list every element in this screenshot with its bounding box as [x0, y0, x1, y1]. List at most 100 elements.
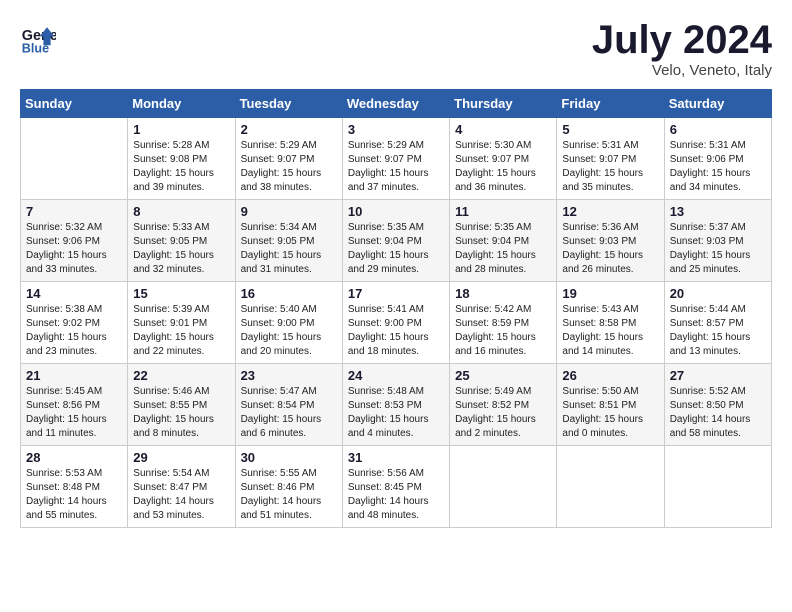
week-row-1: 1 Sunrise: 5:28 AM Sunset: 9:08 PM Daylig… [21, 118, 772, 200]
calendar-cell [557, 446, 664, 528]
day-number: 24 [348, 368, 444, 383]
calendar-cell: 22 Sunrise: 5:46 AM Sunset: 8:55 PM Dayli… [128, 364, 235, 446]
calendar-cell: 9 Sunrise: 5:34 AM Sunset: 9:05 PM Daylig… [235, 200, 342, 282]
day-info: Sunrise: 5:52 AM Sunset: 8:50 PM Dayligh… [670, 385, 766, 441]
day-number: 19 [562, 286, 658, 301]
weekday-header-thursday: Thursday [450, 90, 557, 118]
day-number: 7 [26, 204, 122, 219]
calendar-cell: 14 Sunrise: 5:38 AM Sunset: 9:02 PM Dayli… [21, 282, 128, 364]
calendar-cell: 3 Sunrise: 5:29 AM Sunset: 9:07 PM Daylig… [342, 118, 449, 200]
day-number: 15 [133, 286, 229, 301]
calendar-cell: 10 Sunrise: 5:35 AM Sunset: 9:04 PM Dayli… [342, 200, 449, 282]
day-info: Sunrise: 5:54 AM Sunset: 8:47 PM Dayligh… [133, 467, 229, 523]
weekday-header-wednesday: Wednesday [342, 90, 449, 118]
calendar-table: SundayMondayTuesdayWednesdayThursdayFrid… [20, 89, 772, 528]
day-info: Sunrise: 5:31 AM Sunset: 9:06 PM Dayligh… [670, 139, 766, 195]
day-number: 4 [455, 122, 551, 137]
calendar-cell: 24Sunrise: 5:48 AM Sunset: 8:53 PM Dayli… [342, 364, 449, 446]
day-number: 30 [241, 450, 337, 465]
calendar-cell: 31 Sunrise: 5:56 AM Sunset: 8:45 PM Dayli… [342, 446, 449, 528]
week-row-5: 28 Sunrise: 5:53 AM Sunset: 8:48 PM Dayli… [21, 446, 772, 528]
calendar-cell: 8Sunrise: 5:33 AM Sunset: 9:05 PM Daylig… [128, 200, 235, 282]
calendar-cell: 29 Sunrise: 5:54 AM Sunset: 8:47 PM Dayli… [128, 446, 235, 528]
calendar-cell: 18Sunrise: 5:42 AM Sunset: 8:59 PM Dayli… [450, 282, 557, 364]
logo: General Blue [20, 20, 56, 56]
day-number: 16 [241, 286, 337, 301]
day-number: 12 [562, 204, 658, 219]
calendar-cell: 11Sunrise: 5:35 AM Sunset: 9:04 PM Dayli… [450, 200, 557, 282]
week-row-2: 7Sunrise: 5:32 AM Sunset: 9:06 PM Daylig… [21, 200, 772, 282]
calendar-cell [664, 446, 771, 528]
day-number: 11 [455, 204, 551, 219]
day-number: 17 [348, 286, 444, 301]
calendar-cell: 2Sunrise: 5:29 AM Sunset: 9:07 PM Daylig… [235, 118, 342, 200]
month-title: July 2024 [592, 20, 772, 60]
day-number: 28 [26, 450, 122, 465]
calendar-cell: 25 Sunrise: 5:49 AM Sunset: 8:52 PM Dayli… [450, 364, 557, 446]
weekday-header-row: SundayMondayTuesdayWednesdayThursdayFrid… [21, 90, 772, 118]
calendar-cell: 5 Sunrise: 5:31 AM Sunset: 9:07 PM Daylig… [557, 118, 664, 200]
week-row-3: 14 Sunrise: 5:38 AM Sunset: 9:02 PM Dayli… [21, 282, 772, 364]
calendar-cell: 16 Sunrise: 5:40 AM Sunset: 9:00 PM Dayli… [235, 282, 342, 364]
day-info: Sunrise: 5:49 AM Sunset: 8:52 PM Dayligh… [455, 385, 551, 441]
day-number: 27 [670, 368, 766, 383]
calendar-cell: 15Sunrise: 5:39 AM Sunset: 9:01 PM Dayli… [128, 282, 235, 364]
calendar-cell: 1 Sunrise: 5:28 AM Sunset: 9:08 PM Daylig… [128, 118, 235, 200]
day-info: Sunrise: 5:29 AM Sunset: 9:07 PM Dayligh… [241, 139, 337, 195]
day-info: Sunrise: 5:41 AM Sunset: 9:00 PM Dayligh… [348, 303, 444, 359]
calendar-cell: 19Sunrise: 5:43 AM Sunset: 8:58 PM Dayli… [557, 282, 664, 364]
day-number: 26 [562, 368, 658, 383]
weekday-header-monday: Monday [128, 90, 235, 118]
day-info: Sunrise: 5:45 AM Sunset: 8:56 PM Dayligh… [26, 385, 122, 441]
day-info: Sunrise: 5:53 AM Sunset: 8:48 PM Dayligh… [26, 467, 122, 523]
day-number: 25 [455, 368, 551, 383]
day-number: 21 [26, 368, 122, 383]
calendar-cell: 28 Sunrise: 5:53 AM Sunset: 8:48 PM Dayli… [21, 446, 128, 528]
day-info: Sunrise: 5:35 AM Sunset: 9:04 PM Dayligh… [348, 221, 444, 277]
day-number: 5 [562, 122, 658, 137]
day-info: Sunrise: 5:37 AM Sunset: 9:03 PM Dayligh… [670, 221, 766, 277]
day-info: Sunrise: 5:33 AM Sunset: 9:05 PM Dayligh… [133, 221, 229, 277]
location-subtitle: Velo, Veneto, Italy [592, 62, 772, 79]
day-number: 31 [348, 450, 444, 465]
calendar-cell: 7Sunrise: 5:32 AM Sunset: 9:06 PM Daylig… [21, 200, 128, 282]
day-info: Sunrise: 5:28 AM Sunset: 9:08 PM Dayligh… [133, 139, 229, 195]
calendar-cell: 6 Sunrise: 5:31 AM Sunset: 9:06 PM Daylig… [664, 118, 771, 200]
day-info: Sunrise: 5:34 AM Sunset: 9:05 PM Dayligh… [241, 221, 337, 277]
day-number: 29 [133, 450, 229, 465]
day-number: 9 [241, 204, 337, 219]
weekday-header-tuesday: Tuesday [235, 90, 342, 118]
day-number: 10 [348, 204, 444, 219]
day-info: Sunrise: 5:46 AM Sunset: 8:55 PM Dayligh… [133, 385, 229, 441]
day-number: 22 [133, 368, 229, 383]
day-number: 3 [348, 122, 444, 137]
weekday-header-friday: Friday [557, 90, 664, 118]
calendar-cell [450, 446, 557, 528]
day-number: 6 [670, 122, 766, 137]
calendar-cell: 20 Sunrise: 5:44 AM Sunset: 8:57 PM Dayli… [664, 282, 771, 364]
day-info: Sunrise: 5:44 AM Sunset: 8:57 PM Dayligh… [670, 303, 766, 359]
calendar-cell: 23Sunrise: 5:47 AM Sunset: 8:54 PM Dayli… [235, 364, 342, 446]
calendar-cell: 21 Sunrise: 5:45 AM Sunset: 8:56 PM Dayli… [21, 364, 128, 446]
day-info: Sunrise: 5:29 AM Sunset: 9:07 PM Dayligh… [348, 139, 444, 195]
day-info: Sunrise: 5:56 AM Sunset: 8:45 PM Dayligh… [348, 467, 444, 523]
day-info: Sunrise: 5:55 AM Sunset: 8:46 PM Dayligh… [241, 467, 337, 523]
calendar-cell: 12Sunrise: 5:36 AM Sunset: 9:03 PM Dayli… [557, 200, 664, 282]
weekday-header-saturday: Saturday [664, 90, 771, 118]
day-info: Sunrise: 5:47 AM Sunset: 8:54 PM Dayligh… [241, 385, 337, 441]
day-info: Sunrise: 5:31 AM Sunset: 9:07 PM Dayligh… [562, 139, 658, 195]
day-number: 14 [26, 286, 122, 301]
day-info: Sunrise: 5:42 AM Sunset: 8:59 PM Dayligh… [455, 303, 551, 359]
calendar-cell: 27 Sunrise: 5:52 AM Sunset: 8:50 PM Dayli… [664, 364, 771, 446]
day-number: 13 [670, 204, 766, 219]
day-number: 20 [670, 286, 766, 301]
calendar-cell: 13 Sunrise: 5:37 AM Sunset: 9:03 PM Dayli… [664, 200, 771, 282]
day-number: 1 [133, 122, 229, 137]
calendar-cell: 4Sunrise: 5:30 AM Sunset: 9:07 PM Daylig… [450, 118, 557, 200]
calendar-cell: 26Sunrise: 5:50 AM Sunset: 8:51 PM Dayli… [557, 364, 664, 446]
day-info: Sunrise: 5:40 AM Sunset: 9:00 PM Dayligh… [241, 303, 337, 359]
week-row-4: 21 Sunrise: 5:45 AM Sunset: 8:56 PM Dayli… [21, 364, 772, 446]
calendar-cell: 30 Sunrise: 5:55 AM Sunset: 8:46 PM Dayli… [235, 446, 342, 528]
day-info: Sunrise: 5:38 AM Sunset: 9:02 PM Dayligh… [26, 303, 122, 359]
calendar-cell [21, 118, 128, 200]
